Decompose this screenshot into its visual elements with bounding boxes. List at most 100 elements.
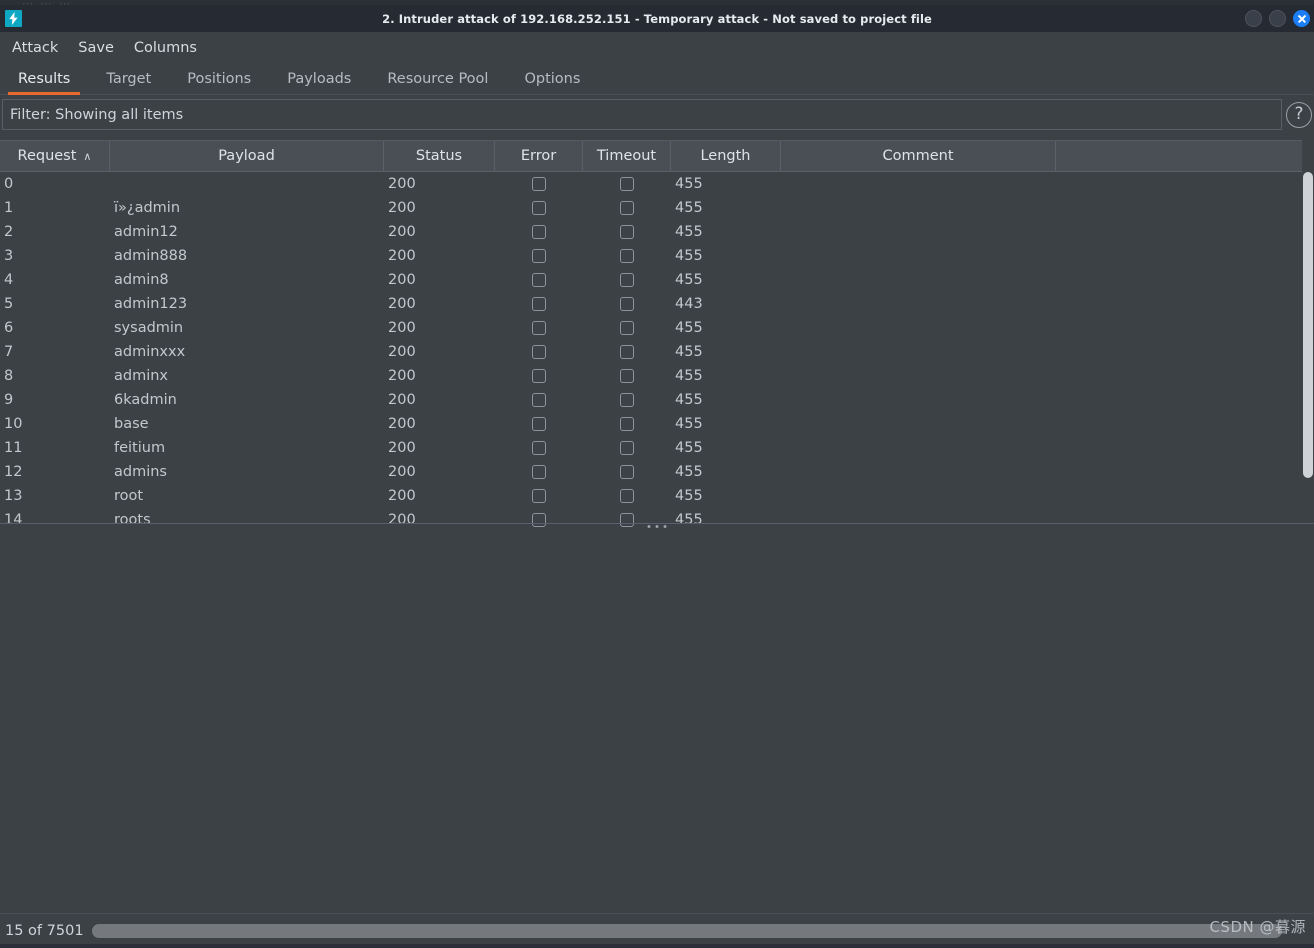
- column-header-status-label: Status: [415, 148, 463, 164]
- minimize-button[interactable]: [1245, 10, 1262, 27]
- cell-timeout[interactable]: [583, 460, 671, 484]
- column-header-request[interactable]: Request ∧: [0, 141, 110, 171]
- cell-timeout[interactable]: [583, 292, 671, 316]
- table-row[interactable]: 0 200 455: [0, 172, 1314, 196]
- checkbox-icon[interactable]: [620, 441, 634, 455]
- table-row[interactable]: 13 root 200 455: [0, 484, 1314, 508]
- checkbox-icon[interactable]: [532, 465, 546, 479]
- filter-bar[interactable]: Filter: Showing all items: [2, 99, 1282, 130]
- cell-timeout[interactable]: [583, 436, 671, 460]
- cell-error[interactable]: [495, 388, 583, 412]
- cell-error[interactable]: [495, 412, 583, 436]
- column-header-status[interactable]: Status: [384, 141, 495, 171]
- question-mark-circle-icon[interactable]: ?: [1286, 101, 1312, 128]
- checkbox-icon[interactable]: [532, 369, 546, 383]
- checkbox-icon[interactable]: [532, 321, 546, 335]
- tab-target[interactable]: Target: [88, 71, 169, 94]
- table-row[interactable]: 5 admin123 200 443: [0, 292, 1314, 316]
- checkbox-icon[interactable]: [532, 273, 546, 287]
- checkbox-icon[interactable]: [620, 273, 634, 287]
- cell-timeout[interactable]: [583, 196, 671, 220]
- cell-error[interactable]: [495, 196, 583, 220]
- table-row[interactable]: 11 feitium 200 455: [0, 436, 1314, 460]
- checkbox-icon[interactable]: [532, 177, 546, 191]
- checkbox-icon[interactable]: [620, 297, 634, 311]
- cell-timeout[interactable]: [583, 316, 671, 340]
- checkbox-icon[interactable]: [620, 465, 634, 479]
- maximize-button[interactable]: [1269, 10, 1286, 27]
- tab-options[interactable]: Options: [506, 71, 598, 94]
- checkbox-icon[interactable]: [532, 249, 546, 263]
- cell-error[interactable]: [495, 484, 583, 508]
- cell-error[interactable]: [495, 172, 583, 196]
- tab-payloads[interactable]: Payloads: [269, 71, 369, 94]
- cell-error[interactable]: [495, 436, 583, 460]
- checkbox-icon[interactable]: [620, 345, 634, 359]
- table-row[interactable]: 12 admins 200 455: [0, 460, 1314, 484]
- checkbox-icon[interactable]: [620, 225, 634, 239]
- checkbox-icon[interactable]: [620, 321, 634, 335]
- checkbox-icon[interactable]: [532, 489, 546, 503]
- horizontal-scrollbar[interactable]: [91, 924, 1304, 938]
- cell-error[interactable]: [495, 364, 583, 388]
- checkbox-icon[interactable]: [532, 201, 546, 215]
- cell-status: 200: [388, 344, 416, 360]
- cell-timeout[interactable]: [583, 412, 671, 436]
- cell-timeout[interactable]: [583, 244, 671, 268]
- column-header-error[interactable]: Error: [495, 141, 583, 171]
- panel-splitter[interactable]: [0, 523, 1314, 530]
- cell-error[interactable]: [495, 292, 583, 316]
- checkbox-icon[interactable]: [532, 225, 546, 239]
- cell-payload: adminx: [114, 368, 169, 384]
- checkbox-icon[interactable]: [532, 345, 546, 359]
- table-row[interactable]: 3 admin888 200 455: [0, 244, 1314, 268]
- tab-positions[interactable]: Positions: [169, 71, 269, 94]
- column-header-timeout[interactable]: Timeout: [583, 141, 671, 171]
- menu-item-columns[interactable]: Columns: [124, 37, 207, 59]
- menu-item-save[interactable]: Save: [68, 37, 124, 59]
- menu-item-attack[interactable]: Attack: [2, 37, 68, 59]
- cell-error[interactable]: [495, 220, 583, 244]
- checkbox-icon[interactable]: [620, 249, 634, 263]
- table-vertical-scrollbar[interactable]: [1302, 140, 1314, 529]
- checkbox-icon[interactable]: [620, 201, 634, 215]
- checkbox-icon[interactable]: [532, 417, 546, 431]
- column-header-payload[interactable]: Payload: [110, 141, 384, 171]
- table-row[interactable]: 8 adminx 200 455: [0, 364, 1314, 388]
- checkbox-icon[interactable]: [532, 393, 546, 407]
- cell-timeout[interactable]: [583, 268, 671, 292]
- checkbox-icon[interactable]: [532, 441, 546, 455]
- cell-timeout[interactable]: [583, 484, 671, 508]
- table-row[interactable]: 1 ï»¿admin 200 455: [0, 196, 1314, 220]
- checkbox-icon[interactable]: [620, 489, 634, 503]
- tab-resource-pool[interactable]: Resource Pool: [369, 71, 506, 94]
- tab-results[interactable]: Results: [0, 71, 88, 95]
- column-header-payload-label: Payload: [218, 148, 275, 164]
- checkbox-icon[interactable]: [620, 369, 634, 383]
- table-row[interactable]: 4 admin8 200 455: [0, 268, 1314, 292]
- cell-error[interactable]: [495, 316, 583, 340]
- column-header-comment[interactable]: Comment: [781, 141, 1056, 171]
- checkbox-icon[interactable]: [532, 297, 546, 311]
- close-button[interactable]: [1293, 10, 1310, 27]
- cell-error[interactable]: [495, 268, 583, 292]
- table-row[interactable]: 9 6kadmin 200 455: [0, 388, 1314, 412]
- table-vertical-scrollbar-thumb[interactable]: [1303, 172, 1313, 478]
- column-header-length[interactable]: Length: [671, 141, 781, 171]
- table-row[interactable]: 7 adminxxx 200 455: [0, 340, 1314, 364]
- cell-timeout[interactable]: [583, 340, 671, 364]
- cell-timeout[interactable]: [583, 220, 671, 244]
- cell-error[interactable]: [495, 340, 583, 364]
- cell-timeout[interactable]: [583, 172, 671, 196]
- cell-error[interactable]: [495, 460, 583, 484]
- table-row[interactable]: 6 sysadmin 200 455: [0, 316, 1314, 340]
- horizontal-scrollbar-thumb[interactable]: [91, 924, 1282, 938]
- checkbox-icon[interactable]: [620, 177, 634, 191]
- checkbox-icon[interactable]: [620, 393, 634, 407]
- table-row[interactable]: 2 admin12 200 455: [0, 220, 1314, 244]
- checkbox-icon[interactable]: [620, 417, 634, 431]
- cell-error[interactable]: [495, 244, 583, 268]
- table-row[interactable]: 10 base 200 455: [0, 412, 1314, 436]
- cell-timeout[interactable]: [583, 364, 671, 388]
- cell-timeout[interactable]: [583, 388, 671, 412]
